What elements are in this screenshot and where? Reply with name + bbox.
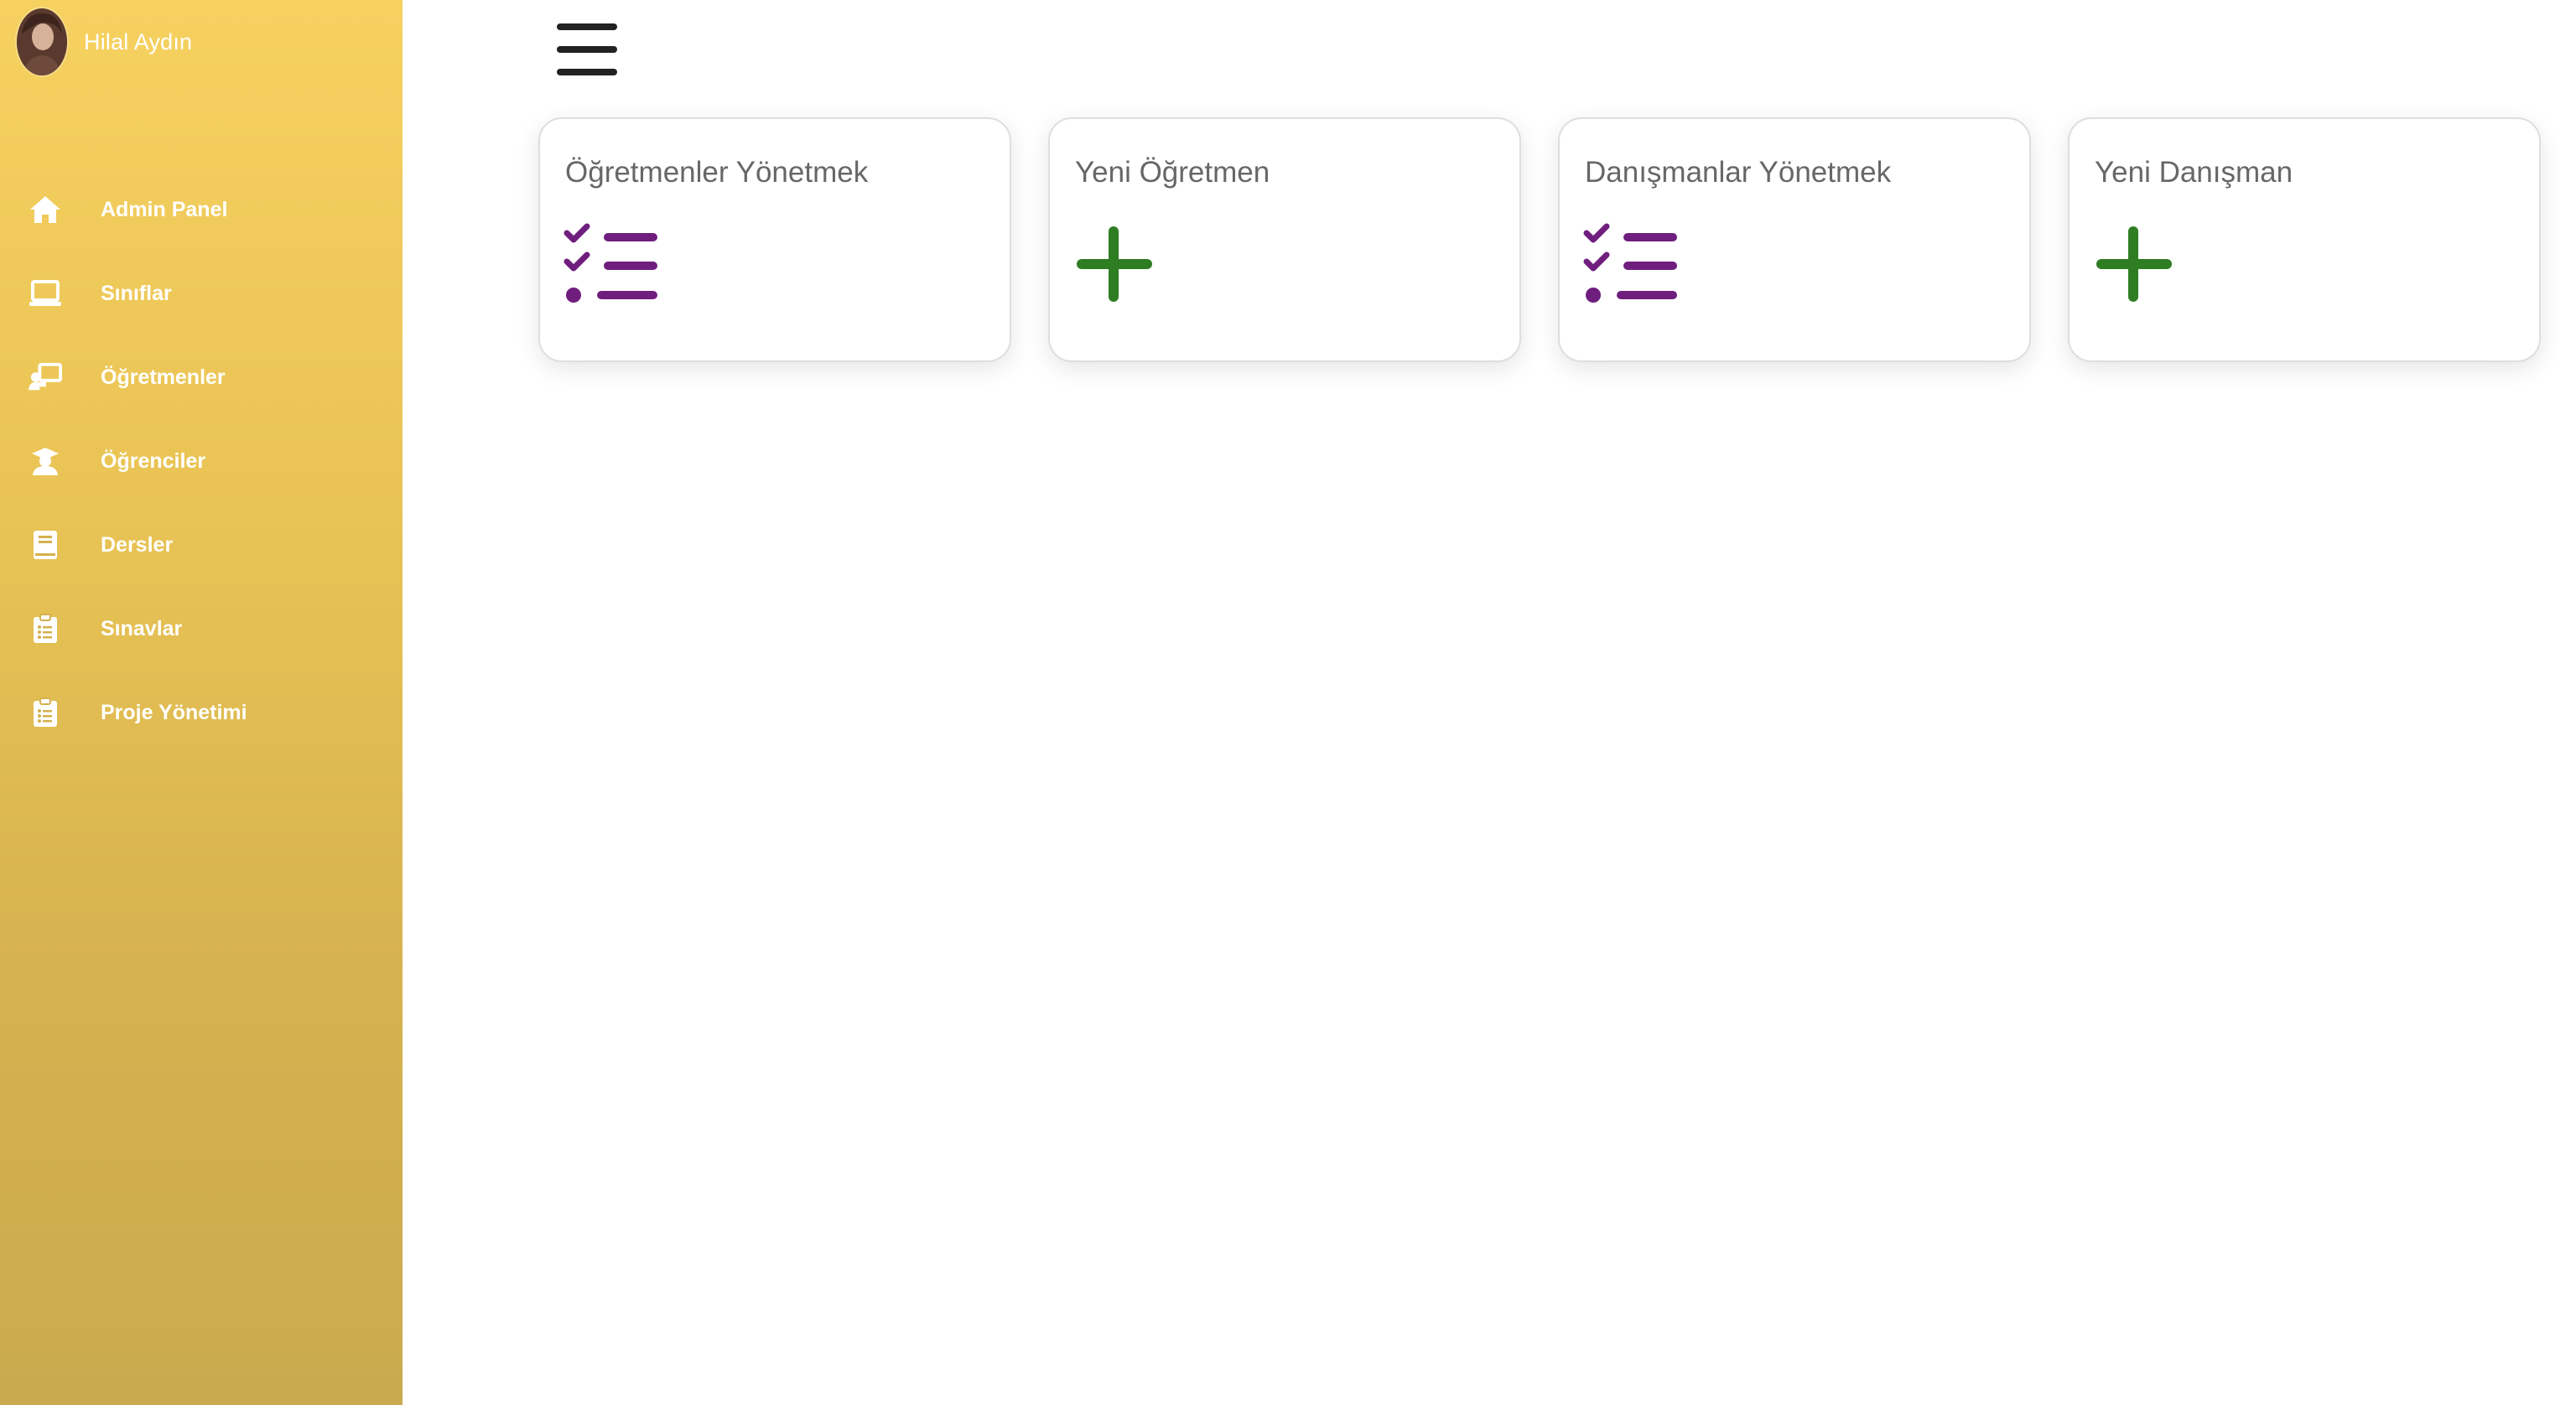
- plus-icon: [2093, 223, 2177, 311]
- sidebar-item-siniflar[interactable]: Sınıflar: [0, 251, 402, 335]
- sidebar-item-label: Sınavlar: [101, 616, 183, 640]
- clipboard-list-icon: [29, 696, 62, 729]
- app-root: Hilal Aydın Admin Panel Sınıflar Öğretme…: [0, 0, 2576, 1405]
- sidebar-item-ogrenciler[interactable]: Öğrenciler: [0, 419, 402, 503]
- hamburger-bar: [557, 69, 617, 75]
- checklist-icon: [564, 223, 664, 311]
- card-new-teacher[interactable]: Yeni Öğretmen: [1048, 117, 1521, 362]
- avatar[interactable]: [17, 8, 67, 75]
- avatar-photo: [17, 8, 67, 75]
- home-icon: [29, 193, 62, 226]
- sidebar-item-proje-yonetimi[interactable]: Proje Yönetimi: [0, 671, 402, 754]
- card-new-advisor[interactable]: Yeni Danışman: [2068, 117, 2541, 362]
- card-title: Yeni Öğretmen: [1075, 156, 1270, 189]
- hamburger-bar: [557, 23, 617, 30]
- sidebar: Hilal Aydın Admin Panel Sınıflar Öğretme…: [0, 0, 402, 1405]
- card-title: Yeni Danışman: [2095, 156, 2293, 189]
- sidebar-item-admin-panel[interactable]: Admin Panel: [0, 168, 402, 251]
- sidebar-item-dersler[interactable]: Dersler: [0, 503, 402, 587]
- card-title: Öğretmenler Yönetmek: [565, 156, 869, 189]
- book-icon: [29, 528, 62, 562]
- user-name[interactable]: Hilal Aydın: [84, 29, 192, 55]
- main-content: Öğretmenler Yönetmek Yeni Öğretmen Danış…: [402, 0, 2576, 1405]
- sidebar-item-sinavlar[interactable]: Sınavlar: [0, 587, 402, 671]
- checklist-icon: [1583, 223, 1684, 311]
- sidebar-nav: Admin Panel Sınıflar Öğretmenler Öğrenci…: [0, 168, 402, 754]
- sidebar-item-label: Öğretmenler: [101, 365, 226, 389]
- sidebar-item-label: Sınıflar: [101, 281, 172, 305]
- card-title: Danışmanlar Yönetmek: [1585, 156, 1892, 189]
- student-graduate-icon: [29, 444, 62, 478]
- sidebar-item-label: Dersler: [101, 532, 174, 557]
- card-manage-advisors[interactable]: Danışmanlar Yönetmek: [1558, 117, 2031, 362]
- clipboard-list-icon: [29, 612, 62, 645]
- user-profile[interactable]: Hilal Aydın: [17, 8, 192, 75]
- hamburger-menu-icon[interactable]: [557, 22, 619, 77]
- sidebar-item-label: Proje Yönetimi: [101, 700, 247, 724]
- laptop-icon: [29, 277, 62, 310]
- card-manage-teachers[interactable]: Öğretmenler Yönetmek: [538, 117, 1011, 362]
- sidebar-item-ogretmenler[interactable]: Öğretmenler: [0, 335, 402, 419]
- sidebar-item-label: Admin Panel: [101, 197, 228, 221]
- sidebar-item-label: Öğrenciler: [101, 448, 206, 473]
- teacher-board-icon: [29, 360, 62, 394]
- hamburger-bar: [557, 46, 617, 53]
- plus-icon: [1073, 223, 1157, 311]
